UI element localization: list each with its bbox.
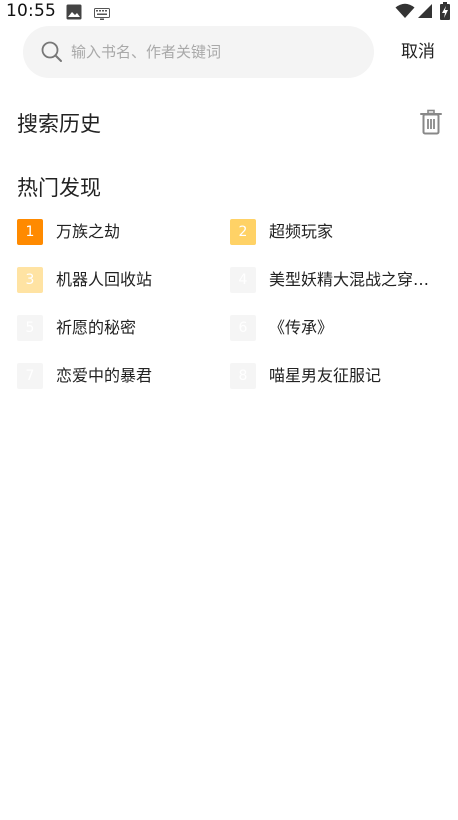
hot-item[interactable]: 3 机器人回收站 [17, 267, 229, 293]
search-box[interactable] [23, 26, 374, 78]
rank-badge: 5 [17, 315, 43, 341]
hot-item[interactable]: 5 祈愿的秘密 [17, 315, 229, 341]
book-title: 机器人回收站 [56, 270, 153, 289]
hot-item[interactable]: 6 《传承》 [230, 315, 442, 341]
battery-charging-icon [440, 2, 450, 24]
book-title: 超频玩家 [269, 222, 334, 241]
search-input[interactable] [71, 26, 361, 78]
trash-icon[interactable] [419, 109, 443, 135]
rank-badge: 3 [17, 267, 43, 293]
rank-badge: 8 [230, 363, 256, 389]
hot-item[interactable]: 7 恋爱中的暴君 [17, 363, 229, 389]
keyboard-icon [94, 5, 110, 24]
book-title: 美型妖精大混战之穿越者 [269, 270, 439, 289]
book-title: 恋爱中的暴君 [56, 366, 153, 385]
book-title: 祈愿的秘密 [56, 318, 137, 337]
status-bar: 10:55 [0, 0, 458, 24]
rank-badge: 1 [17, 219, 43, 245]
hot-item[interactable]: 1 万族之劫 [17, 219, 229, 245]
status-time: 10:55 [6, 1, 56, 21]
rank-badge: 2 [230, 219, 256, 245]
rank-badge: 7 [17, 363, 43, 389]
hot-item[interactable]: 4 美型妖精大混战之穿越者 [230, 267, 442, 293]
rank-badge: 4 [230, 267, 256, 293]
book-title: 喵星男友征服记 [269, 366, 382, 385]
cancel-button[interactable]: 取消 [390, 38, 446, 66]
wifi-icon [395, 3, 415, 23]
hot-discoveries-title: 热门发现 [17, 176, 101, 200]
signal-icon [417, 3, 433, 23]
search-history-title: 搜索历史 [17, 112, 101, 136]
hot-item[interactable]: 8 喵星男友征服记 [230, 363, 442, 389]
hot-item[interactable]: 2 超频玩家 [230, 219, 442, 245]
image-icon [66, 4, 82, 24]
book-title: 万族之劫 [56, 222, 121, 241]
book-title: 《传承》 [269, 318, 334, 337]
rank-badge: 6 [230, 315, 256, 341]
search-icon [41, 41, 63, 63]
